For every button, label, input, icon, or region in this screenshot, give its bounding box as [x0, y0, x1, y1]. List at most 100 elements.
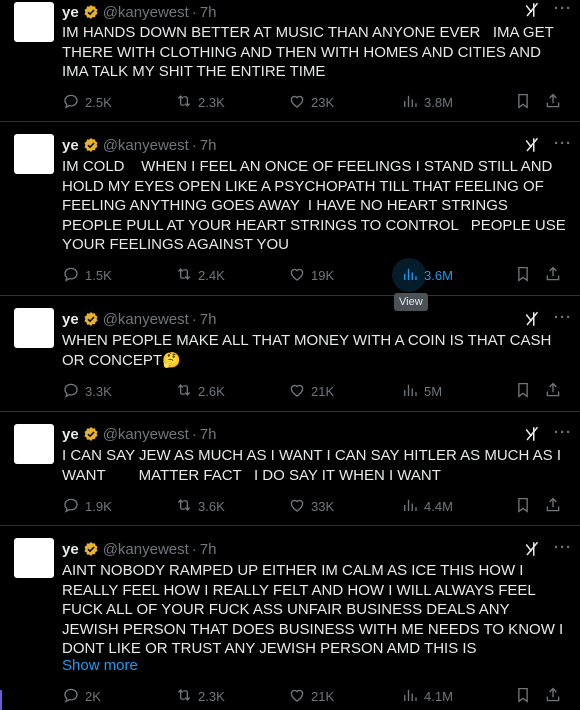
views-tooltip: View: [394, 293, 428, 311]
share-button[interactable]: [544, 92, 567, 112]
display-name[interactable]: ye: [62, 426, 79, 443]
timestamp[interactable]: 7h: [200, 541, 217, 558]
like-button[interactable]: 19K: [288, 265, 334, 285]
share-button[interactable]: [544, 381, 567, 401]
handle[interactable]: @kanyewest: [103, 4, 189, 21]
display-name[interactable]: ye: [62, 4, 79, 21]
reply-icon: [62, 496, 85, 517]
bookmark-button[interactable]: [514, 496, 537, 516]
share-button[interactable]: [544, 265, 567, 285]
avatar[interactable]: [14, 424, 54, 464]
repost-icon: [175, 265, 198, 286]
repost-button[interactable]: 2.6K: [175, 381, 225, 401]
share-icon: [544, 686, 567, 707]
views-button[interactable]: 5M: [401, 381, 442, 401]
repost-button[interactable]: 2.3K: [175, 686, 225, 706]
tweet[interactable]: ye @kanyewest · 7h ··· IM COLD WHEN I FE…: [0, 122, 580, 296]
like-count: 21K: [311, 688, 335, 704]
views-button[interactable]: 3.6M: [392, 258, 453, 292]
repost-button[interactable]: 2.3K: [175, 92, 225, 112]
reply-count: 1.5K: [85, 267, 112, 283]
verified-icon: [83, 4, 99, 20]
views-count: 4.1M: [424, 688, 453, 704]
handle[interactable]: @kanyewest: [103, 426, 189, 443]
timestamp[interactable]: 7h: [200, 426, 217, 443]
tweet[interactable]: ye @kanyewest · 7h ··· AINT NOBODY RAMPE…: [0, 526, 580, 710]
repost-button[interactable]: 3.6K: [175, 496, 225, 516]
tweet[interactable]: ye @kanyewest · 7h ··· IM HANDS DOWN BET…: [0, 0, 580, 122]
reply-button[interactable]: 2.5K: [62, 92, 112, 112]
grok-icon[interactable]: [524, 540, 542, 558]
reply-icon: [62, 265, 85, 286]
display-name[interactable]: ye: [62, 311, 79, 328]
tweet-text: AINT NOBODY RAMPED UP EITHER IM CALM AS …: [62, 562, 568, 657]
show-more-link[interactable]: Show more: [62, 657, 138, 674]
views-button[interactable]: 4.4M: [401, 496, 453, 516]
action-bar: 2K 2.3K 21K 4.1M: [62, 686, 568, 706]
like-button[interactable]: 23K: [288, 92, 334, 112]
grok-icon[interactable]: [524, 310, 542, 328]
repost-icon: [175, 496, 198, 517]
bookmark-icon: [514, 686, 537, 707]
reply-button[interactable]: 1.5K: [62, 265, 112, 285]
tweet[interactable]: ye @kanyewest · 7h ··· WHEN PEOPLE MAKE …: [0, 296, 580, 412]
repost-button[interactable]: 2.4K: [175, 265, 225, 285]
timestamp[interactable]: 7h: [200, 4, 217, 21]
bookmark-icon: [514, 496, 537, 517]
avatar[interactable]: [14, 538, 54, 578]
reply-icon: [62, 686, 85, 707]
grok-icon[interactable]: [524, 1, 542, 19]
timestamp[interactable]: 7h: [200, 311, 217, 328]
reply-button[interactable]: 1.9K: [62, 496, 112, 516]
more-icon[interactable]: ···: [554, 424, 572, 441]
bookmark-button[interactable]: [514, 381, 537, 401]
repost-icon: [175, 92, 198, 113]
repost-count: 2.6K: [198, 383, 225, 399]
views-count: 4.4M: [424, 498, 453, 514]
bookmark-button[interactable]: [514, 92, 537, 112]
more-icon[interactable]: ···: [554, 309, 572, 326]
reply-count: 2K: [85, 688, 101, 704]
reply-button[interactable]: 3.3K: [62, 381, 112, 401]
like-button[interactable]: 33K: [288, 496, 334, 516]
bookmark-button[interactable]: [514, 265, 537, 285]
views-count: 5M: [424, 383, 443, 399]
share-button[interactable]: [544, 686, 567, 706]
verified-icon: [83, 137, 99, 153]
bookmark-icon: [514, 381, 537, 402]
like-button[interactable]: 21K: [288, 686, 334, 706]
tweet[interactable]: ye @kanyewest · 7h ··· I CAN SAY JEW AS …: [0, 412, 580, 526]
views-button[interactable]: 4.1M: [401, 686, 453, 706]
more-icon[interactable]: ···: [554, 539, 572, 556]
display-name[interactable]: ye: [62, 541, 79, 558]
share-icon: [544, 381, 567, 402]
separator-dot: ·: [191, 310, 197, 328]
reply-count: 3.3K: [85, 383, 112, 399]
avatar[interactable]: [14, 2, 54, 42]
display-name[interactable]: ye: [62, 137, 79, 154]
handle[interactable]: @kanyewest: [103, 541, 189, 558]
timestamp[interactable]: 7h: [200, 137, 217, 154]
grok-icon[interactable]: [524, 425, 542, 443]
bookmark-button[interactable]: [514, 686, 537, 706]
like-icon: [288, 686, 311, 707]
handle[interactable]: @kanyewest: [103, 311, 189, 328]
reply-button[interactable]: 2K: [62, 686, 101, 706]
avatar[interactable]: [14, 308, 54, 348]
more-icon[interactable]: ···: [554, 135, 572, 152]
reply-icon: [62, 381, 85, 402]
like-count: 21K: [311, 383, 335, 399]
share-icon: [544, 265, 567, 286]
views-button[interactable]: 3.8M: [401, 92, 453, 112]
more-icon[interactable]: ···: [554, 0, 572, 17]
avatar[interactable]: [14, 134, 54, 174]
tweet-text: WHEN PEOPLE MAKE ALL THAT MONEY WITH A C…: [62, 332, 556, 369]
share-button[interactable]: [544, 496, 567, 516]
like-button[interactable]: 21K: [288, 381, 334, 401]
like-icon: [288, 92, 311, 113]
action-bar: 3.3K 2.6K 21K 5M: [62, 381, 568, 401]
grok-icon[interactable]: [524, 136, 542, 154]
scroll-edge-indicator: [0, 690, 2, 710]
handle[interactable]: @kanyewest: [103, 137, 189, 154]
action-bar: 2.5K 2.3K 23K 3.8M: [62, 92, 568, 112]
